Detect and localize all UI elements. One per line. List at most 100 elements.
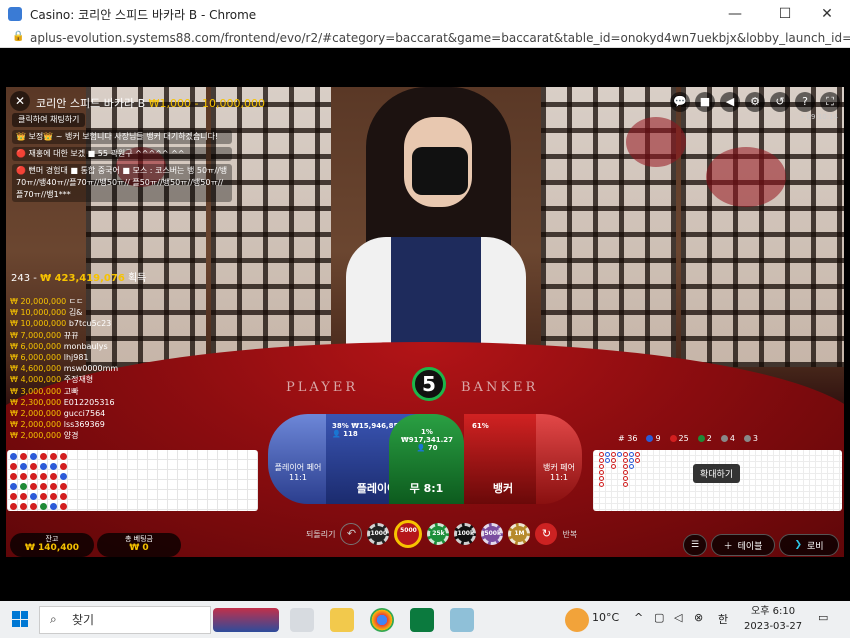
bead-dot <box>10 493 17 500</box>
stock-app-icon[interactable] <box>410 608 434 632</box>
plus-icon: ＋ <box>723 541 733 552</box>
bead-dot <box>40 463 47 470</box>
undo-label: 되돌리기 <box>306 529 336 539</box>
maximize-button[interactable]: ☐ <box>762 0 808 28</box>
bead-dot <box>40 483 47 490</box>
tie-bet[interactable]: 1% ₩917,341.27 👤 70 무 8:1 <box>389 414 464 504</box>
bead-dot <box>50 483 57 490</box>
chip[interactable]: 1000 <box>367 523 390 545</box>
road-ring <box>623 452 628 457</box>
close-icon[interactable]: ✕ <box>10 91 30 111</box>
road-ring <box>623 482 628 487</box>
winner-row: ₩ 4,000,000 주정재형 <box>10 375 94 385</box>
winner-row: ₩ 4,600,000 msw0000mm <box>10 364 119 374</box>
chat-message: 🔴 뻔머 경험대 ■ 통합 중국어 ■ 모스 : 코스버는 뱅 50ㅠ//뱅70… <box>12 164 232 202</box>
winner-row: ₩ 6,000,000 monbaulys <box>10 341 108 351</box>
task-view-icon[interactable] <box>290 608 314 632</box>
bead-dot <box>60 453 67 460</box>
bead-dot <box>20 463 27 470</box>
gear-icon[interactable]: ⚙ <box>745 92 765 112</box>
clock[interactable]: 오후 6:10 2023-03-27 <box>744 604 802 634</box>
bead-dot <box>30 453 37 460</box>
dealer <box>346 87 526 377</box>
chip[interactable]: 100k <box>454 523 477 545</box>
chat-header[interactable]: 클릭하여 채팅하기 <box>12 113 86 127</box>
bead-dot <box>20 483 27 490</box>
lock-icon: 🔒 <box>12 31 25 42</box>
tie-stats: 1% ₩917,341.27 👤 70 <box>400 428 453 452</box>
bead-dot <box>40 473 47 480</box>
chrome-icon[interactable] <box>370 608 394 632</box>
road-ring <box>623 464 628 469</box>
fullscreen-icon[interactable]: ⛶ <box>820 92 840 112</box>
notification-icon[interactable]: ▭ <box>818 611 828 624</box>
bead-dot <box>60 463 67 470</box>
chip[interactable]: 25k <box>427 523 450 545</box>
road-ring <box>599 482 604 487</box>
round-time: • 09:10:14 <box>800 113 838 121</box>
lobby-button[interactable]: ❯ 로비 <box>779 534 839 556</box>
address-bar[interactable]: aplus-evolution.systems88.com/frontend/e… <box>0 28 850 48</box>
volume-tray-icon[interactable]: ◁ <box>674 611 682 624</box>
road-ring <box>611 458 616 463</box>
history-icon[interactable]: ↺ <box>770 92 790 112</box>
close-window-button[interactable]: ✕ <box>804 0 850 28</box>
road-ring <box>599 458 604 463</box>
banker-table-text: BANKER <box>461 380 539 395</box>
ime-indicator[interactable]: 한 <box>718 611 728 627</box>
bead-road[interactable] <box>7 450 258 511</box>
road-ring <box>599 470 604 475</box>
weather-icon <box>565 608 589 632</box>
chat-toggle-icon[interactable]: ☰ <box>683 534 707 556</box>
winner-row: ₩ 6,000,000 lhj981 <box>10 353 89 363</box>
winner-row: ₩ 2,000,000 lss369369 <box>10 420 105 430</box>
lattice-screen <box>681 87 844 367</box>
help-icon[interactable]: ? <box>795 92 815 112</box>
windows-start-icon[interactable] <box>12 611 28 627</box>
chip[interactable]: 1M <box>508 523 531 545</box>
game-view: PLAYER BANKER 5 ✕ 코리안 스피드 바카라 B ₩1,000 -… <box>6 87 844 557</box>
add-table-button[interactable]: ＋ 테이블 <box>711 534 775 556</box>
road-ring <box>635 452 640 457</box>
chip-selected[interactable]: 5000 <box>394 520 423 548</box>
file-explorer-icon[interactable] <box>330 608 354 632</box>
winner-row: ₩ 3,000,000 고빠 <box>10 386 79 396</box>
bead-dot <box>50 453 57 460</box>
bead-dot <box>50 473 57 480</box>
repeat-label: 반복 <box>562 529 578 539</box>
banker-count: 25 <box>669 434 689 443</box>
road-ring <box>605 452 610 457</box>
chat-icon[interactable]: 💬 <box>670 92 690 112</box>
search-icon: ⌕ <box>50 612 57 626</box>
chevron-up-icon[interactable]: ^ <box>634 611 643 624</box>
chip[interactable]: 500k <box>481 523 504 545</box>
road-ring <box>623 476 628 481</box>
news-widget-icon[interactable] <box>213 608 279 632</box>
undo-icon[interactable]: ↶ <box>340 523 363 545</box>
bead-dot <box>10 503 17 510</box>
volume-icon[interactable]: ◀ <box>720 92 740 112</box>
chat-message: 👑 보정👑 ~ 뱅커 보험니다 사장님들 뱅커 대기하겠습니다! <box>12 130 232 144</box>
bead-dot <box>30 473 37 480</box>
zoom-tooltip: 확대하기 <box>693 464 741 483</box>
app-icon[interactable] <box>450 608 474 632</box>
table-title: 코리안 스피드 바카라 B ₩1,000 - 10,000,000 <box>36 97 265 110</box>
road-ring <box>605 458 610 463</box>
network-icon[interactable]: ▢ <box>654 611 664 624</box>
bead-dot <box>20 493 27 500</box>
winner-row: ₩ 2,300,000 E012205316 <box>10 397 115 407</box>
minimize-button[interactable]: — <box>712 0 758 28</box>
bead-dot <box>30 463 37 470</box>
bead-dot <box>10 473 17 480</box>
taskbar-search[interactable]: 찾기 <box>39 606 211 634</box>
bead-dot <box>30 503 37 510</box>
winner-row: ₩ 7,000,000 뀨뀨 <box>10 330 79 340</box>
bead-dot <box>30 493 37 500</box>
banker-bet[interactable]: 61% 뱅커 <box>464 414 542 504</box>
mute-icon[interactable]: ⊗ <box>694 611 703 624</box>
bead-dot <box>20 503 27 510</box>
road-stats: # 36 9 25 2 4 3 <box>618 434 758 443</box>
balance: 잔고 ₩ 140,400 <box>10 533 94 557</box>
repeat-icon[interactable]: ↻ <box>535 523 558 545</box>
video-icon[interactable]: ■ <box>695 92 715 112</box>
